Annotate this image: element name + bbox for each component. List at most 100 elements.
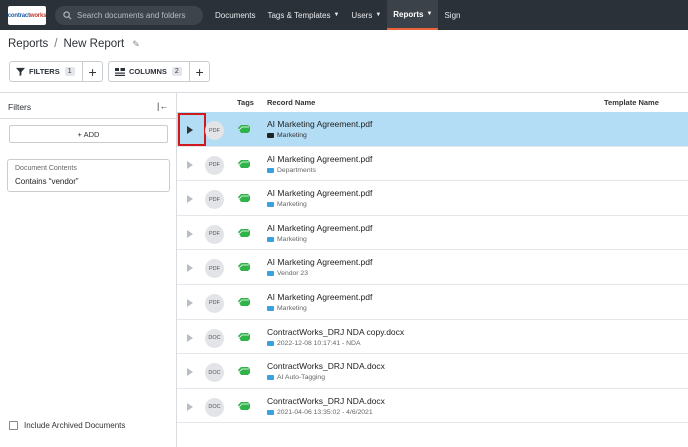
search-icon [63, 11, 72, 20]
file-type-icon: PDF [205, 155, 224, 175]
filter-card-document-contents[interactable]: Document Contents Contains “vendor” [7, 159, 170, 192]
include-archived-label: Include Archived Documents [24, 421, 126, 430]
expand-row-icon[interactable] [187, 402, 193, 411]
file-type-icon: PDF [205, 224, 224, 244]
file-type-icon: DOC [205, 397, 224, 417]
table-row[interactable]: PDF AI Marketing Agreement.pdf Marketing [177, 181, 688, 216]
record-name[interactable]: AI Marketing Agreement.pdf [267, 223, 372, 233]
folder-name: 2022-12-08 10:17:41 - NDA [277, 339, 361, 347]
folder-icon [267, 236, 274, 242]
tag-icon[interactable] [238, 332, 250, 342]
folder-name: Departments [277, 166, 316, 174]
column-header-template-name[interactable]: Template Name [604, 98, 659, 107]
table-row[interactable]: PDF AI Marketing Agreement.pdf Marketing [177, 112, 688, 147]
record-table-body: PDF AI Marketing Agreement.pdf Marketing PD… [177, 112, 688, 424]
record-folder[interactable]: Marketing [267, 305, 307, 312]
table-header: Tags Record Name Template Name [177, 93, 688, 112]
columns-chip: COLUMNS 2 + [108, 61, 210, 82]
tag-icon[interactable] [238, 263, 250, 272]
record-name[interactable]: AI Marketing Agreement.pdf [267, 292, 372, 302]
add-filter-button[interactable]: + [82, 62, 102, 81]
tag-icon[interactable] [238, 367, 250, 376]
file-type-icon: DOC [205, 328, 224, 348]
include-archived-checkbox[interactable] [9, 421, 18, 430]
tag-icon[interactable] [238, 401, 250, 411]
nav-reports[interactable]: Reports ▼ [387, 0, 439, 30]
table-row[interactable]: DOC ContractWorks_DRJ NDA.docx 2021-04-06 … [177, 388, 688, 424]
filter-card-title: Document Contents [15, 165, 77, 172]
record-folder[interactable]: AI Auto-Tagging [267, 374, 325, 381]
record-name[interactable]: AI Marketing Agreement.pdf [267, 154, 372, 164]
divider [0, 118, 176, 119]
add-column-button[interactable]: + [189, 62, 209, 81]
table-row[interactable]: PDF AI Marketing Agreement.pdf Marketing [177, 215, 688, 251]
record-folder[interactable]: Departments [267, 167, 316, 174]
folder-name: 2021-04-06 13:35:02 - 4/6/2021 [277, 408, 373, 416]
columns-button[interactable]: COLUMNS 2 [109, 62, 189, 81]
expand-row-icon[interactable] [187, 229, 193, 238]
folder-icon [267, 202, 274, 208]
folder-icon [267, 305, 274, 311]
record-folder[interactable]: 2021-04-06 13:35:02 - 4/6/2021 [267, 409, 373, 416]
expand-row-icon[interactable] [187, 368, 193, 377]
folder-icon [267, 340, 274, 346]
folder-icon [267, 133, 274, 138]
record-name[interactable]: AI Marketing Agreement.pdf [267, 119, 372, 129]
record-folder[interactable]: Marketing [267, 201, 307, 208]
search-input[interactable] [77, 11, 202, 20]
record-folder[interactable]: Marketing [267, 236, 307, 243]
filters-button[interactable]: FILTERS 1 [10, 62, 82, 81]
chevron-down-icon: ▼ [333, 12, 340, 18]
breadcrumb-reports-link[interactable]: Reports [8, 38, 48, 50]
column-header-tags[interactable]: Tags [237, 98, 254, 107]
nav-sign[interactable]: Sign [438, 0, 466, 30]
record-folder[interactable]: Vendor 23 [267, 270, 308, 277]
main-nav: Documents Tags & Templates ▼ Users ▼ Repor… [209, 0, 466, 30]
folder-icon [267, 167, 274, 173]
table-row[interactable]: PDF AI Marketing Agreement.pdf Vendor 23 [177, 250, 688, 285]
expand-row-icon[interactable] [187, 195, 193, 204]
table-row[interactable]: PDF AI Marketing Agreement.pdf Departments [177, 146, 688, 182]
nav-tags-templates[interactable]: Tags & Templates ▼ [261, 0, 345, 30]
expand-row-icon[interactable] [187, 298, 193, 307]
folder-icon [267, 409, 274, 415]
breadcrumb: Reports / New Report ✎ [8, 38, 140, 50]
expand-row-icon[interactable] [187, 264, 193, 273]
filters-count-badge: 1 [64, 67, 75, 76]
folder-name: Marketing [277, 132, 307, 139]
add-filter-panel-button[interactable]: + ADD [9, 125, 168, 143]
record-name[interactable]: AI Marketing Agreement.pdf [267, 188, 372, 198]
chevron-down-icon: ▼ [375, 12, 382, 18]
folder-icon [267, 375, 274, 381]
expand-row-icon[interactable] [187, 160, 193, 169]
tag-icon[interactable] [238, 194, 250, 203]
folder-name: Marketing [277, 235, 307, 243]
collapse-panel-icon[interactable]: |← [157, 101, 168, 111]
contractworks-logo[interactable]: contractworks [8, 6, 46, 25]
table-row[interactable]: DOC ContractWorks_DRJ NDA copy.docx 2022-1… [177, 319, 688, 355]
table-row[interactable]: PDF AI Marketing Agreement.pdf Marketing [177, 284, 688, 320]
expand-row-icon[interactable] [187, 333, 193, 342]
record-folder[interactable]: 2022-12-08 10:17:41 - NDA [267, 340, 361, 347]
tag-icon[interactable] [238, 159, 250, 169]
include-archived-option[interactable]: Include Archived Documents [9, 421, 125, 430]
record-name[interactable]: ContractWorks_DRJ NDA.docx [267, 396, 385, 406]
breadcrumb-separator: / [54, 38, 58, 50]
record-name[interactable]: ContractWorks_DRJ NDA.docx [267, 361, 385, 371]
record-name[interactable]: AI Marketing Agreement.pdf [267, 257, 372, 267]
search-box[interactable] [55, 6, 203, 25]
tag-icon[interactable] [238, 125, 250, 134]
file-type-icon: PDF [205, 259, 224, 279]
nav-documents[interactable]: Documents [209, 0, 261, 30]
record-folder[interactable]: Marketing [267, 132, 307, 139]
tag-icon[interactable] [238, 297, 250, 307]
highlight-box [178, 113, 206, 146]
edit-pencil-icon[interactable]: ✎ [132, 39, 140, 50]
column-header-record-name[interactable]: Record Name [267, 98, 315, 107]
record-name[interactable]: ContractWorks_DRJ NDA copy.docx [267, 327, 404, 337]
tag-icon[interactable] [238, 228, 250, 238]
file-type-icon: PDF [205, 190, 224, 210]
table-row[interactable]: DOC ContractWorks_DRJ NDA.docx AI Auto-Tag… [177, 354, 688, 389]
folder-icon [267, 271, 274, 277]
nav-users[interactable]: Users ▼ [345, 0, 387, 30]
